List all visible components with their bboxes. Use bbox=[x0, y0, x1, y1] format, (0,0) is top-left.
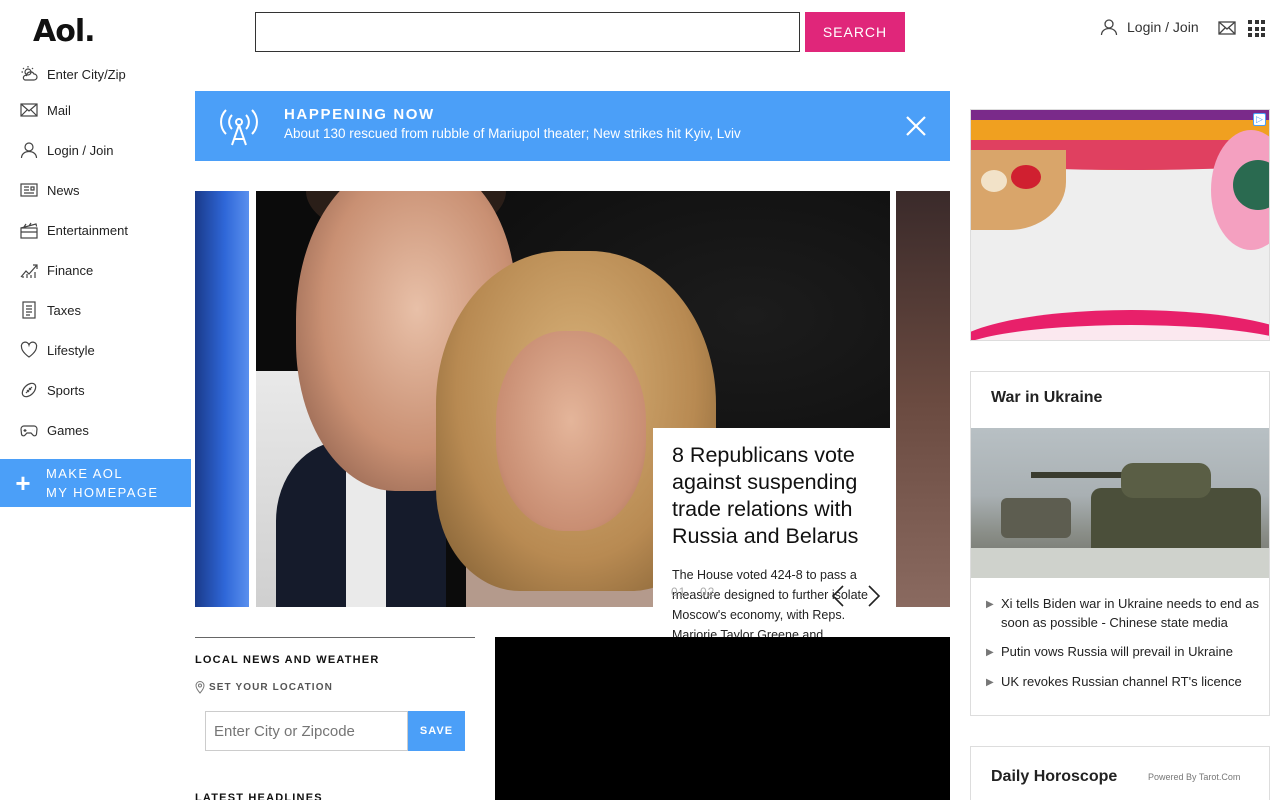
user-icon bbox=[1100, 19, 1118, 36]
mail-icon bbox=[20, 103, 38, 117]
mail-icon[interactable] bbox=[1218, 21, 1236, 35]
sidebar-item-label: Finance bbox=[47, 262, 94, 278]
triangle-bullet-icon: ▶ bbox=[986, 647, 994, 658]
sidebar-item-label: Mail bbox=[47, 102, 71, 118]
heart-icon bbox=[20, 341, 38, 358]
sidebar-item-lifestyle[interactable]: Lifestyle bbox=[0, 330, 191, 370]
local-news-module: LOCAL NEWS AND WEATHER SET YOUR LOCATION… bbox=[195, 637, 475, 751]
carousel-next-slide-image[interactable] bbox=[896, 191, 950, 607]
happening-now-banner[interactable]: HAPPENING NOW About 130 rescued from rub… bbox=[195, 91, 950, 161]
hero-caption[interactable]: 8 Republicans vote against suspending tr… bbox=[653, 428, 896, 637]
homepage-line2: MY HOMEPAGE bbox=[46, 485, 159, 500]
headline-link[interactable]: Putin vows Russia will prevail in Ukrain… bbox=[1001, 642, 1233, 662]
sidebar-nav: Enter City/Zip Mail Login / Join News En… bbox=[0, 60, 191, 450]
ukraine-photo[interactable] bbox=[971, 428, 1269, 578]
carousel-pager: 01 · 02 bbox=[671, 585, 716, 599]
sidebar-item-label: Lifestyle bbox=[47, 342, 95, 358]
chevron-right-icon[interactable] bbox=[866, 585, 882, 607]
location-pin-icon bbox=[195, 681, 205, 694]
list-item[interactable]: ▶ Xi tells Biden war in Ukraine needs to … bbox=[986, 594, 1261, 632]
sidebar-item-news[interactable]: News bbox=[0, 170, 191, 210]
hero-headline[interactable]: 8 Republicans vote against suspending tr… bbox=[672, 442, 876, 550]
header-login-link[interactable]: Login / Join bbox=[1100, 18, 1199, 36]
latest-headlines-title: LATEST HEADLINES bbox=[195, 792, 323, 800]
sidebar-item-weather[interactable]: Enter City/Zip bbox=[0, 60, 191, 88]
sidebar-item-label: Games bbox=[47, 422, 89, 438]
sidebar-item-login[interactable]: Login / Join bbox=[0, 130, 191, 170]
sidebar-item-finance[interactable]: Finance bbox=[0, 250, 191, 290]
search-button[interactable]: SEARCH bbox=[805, 12, 905, 52]
header-login-label: Login / Join bbox=[1127, 19, 1199, 35]
powered-by-label[interactable]: Powered By Tarot.Com bbox=[1148, 772, 1240, 782]
video-player[interactable] bbox=[495, 637, 950, 800]
sidebar-item-label: Enter City/Zip bbox=[47, 66, 126, 82]
user-icon bbox=[20, 142, 38, 159]
sidebar-item-games[interactable]: Games bbox=[0, 410, 191, 450]
headline-link[interactable]: UK revokes Russian channel RT's licence bbox=[1001, 672, 1242, 692]
local-news-title: LOCAL NEWS AND WEATHER bbox=[195, 654, 380, 666]
chevron-left-icon[interactable] bbox=[830, 585, 846, 607]
happening-now-headline[interactable]: About 130 rescued from rubble of Mariupo… bbox=[284, 126, 741, 141]
list-item[interactable]: ▶ Putin vows Russia will prevail in Ukrai… bbox=[986, 642, 1261, 662]
clapperboard-icon bbox=[20, 222, 38, 239]
football-icon bbox=[21, 382, 37, 398]
zipcode-input[interactable] bbox=[205, 711, 408, 751]
sidebar-item-label: Login / Join bbox=[47, 142, 114, 158]
taxes-icon bbox=[22, 301, 36, 319]
make-aol-homepage-button[interactable]: + MAKE AOL MY HOMEPAGE bbox=[0, 459, 191, 507]
happening-now-label: HAPPENING NOW bbox=[284, 106, 435, 123]
sidebar-item-sports[interactable]: Sports bbox=[0, 370, 191, 410]
sidebar-item-taxes[interactable]: Taxes bbox=[0, 290, 191, 330]
news-icon bbox=[20, 183, 38, 197]
triangle-bullet-icon: ▶ bbox=[986, 599, 994, 610]
sidebar-item-entertainment[interactable]: Entertainment bbox=[0, 210, 191, 250]
aol-logo[interactable]: Aol. bbox=[33, 14, 96, 49]
daily-horoscope-module: Daily Horoscope Powered By Tarot.Com bbox=[970, 746, 1270, 800]
weather-icon bbox=[21, 66, 38, 81]
search-input[interactable] bbox=[255, 12, 800, 52]
advertisement[interactable]: ▷ bbox=[970, 109, 1270, 341]
sidebar-item-label: Taxes bbox=[47, 302, 81, 318]
carousel-prev-slide-image[interactable] bbox=[195, 191, 249, 607]
finance-chart-icon bbox=[20, 264, 38, 278]
war-in-ukraine-module: War in Ukraine ▶ Xi tells Biden war in Uk… bbox=[970, 371, 1270, 716]
module-title[interactable]: War in Ukraine bbox=[991, 389, 1102, 407]
list-item[interactable]: ▶ UK revokes Russian channel RT's licence bbox=[986, 672, 1261, 692]
close-icon[interactable] bbox=[905, 115, 927, 137]
triangle-bullet-icon: ▶ bbox=[986, 677, 994, 688]
apps-grid-icon[interactable] bbox=[1248, 20, 1265, 37]
headline-link[interactable]: Xi tells Biden war in Ukraine needs to e… bbox=[1001, 594, 1261, 632]
save-location-button[interactable]: SAVE bbox=[408, 711, 465, 751]
broadcast-tower-icon bbox=[220, 109, 258, 146]
sidebar-item-label: News bbox=[47, 182, 80, 198]
set-location-label: SET YOUR LOCATION bbox=[209, 682, 333, 693]
sidebar-item-label: Entertainment bbox=[47, 222, 128, 238]
homepage-line1: MAKE AOL bbox=[46, 466, 123, 481]
adchoices-icon[interactable]: ▷ bbox=[1253, 113, 1266, 126]
plus-icon: + bbox=[15, 468, 31, 498]
module-title[interactable]: Daily Horoscope bbox=[991, 768, 1117, 786]
set-location-link[interactable]: SET YOUR LOCATION bbox=[195, 681, 475, 694]
gamepad-icon bbox=[20, 425, 38, 437]
sidebar-item-label: Sports bbox=[47, 382, 85, 398]
sidebar-item-mail[interactable]: Mail bbox=[0, 90, 191, 130]
